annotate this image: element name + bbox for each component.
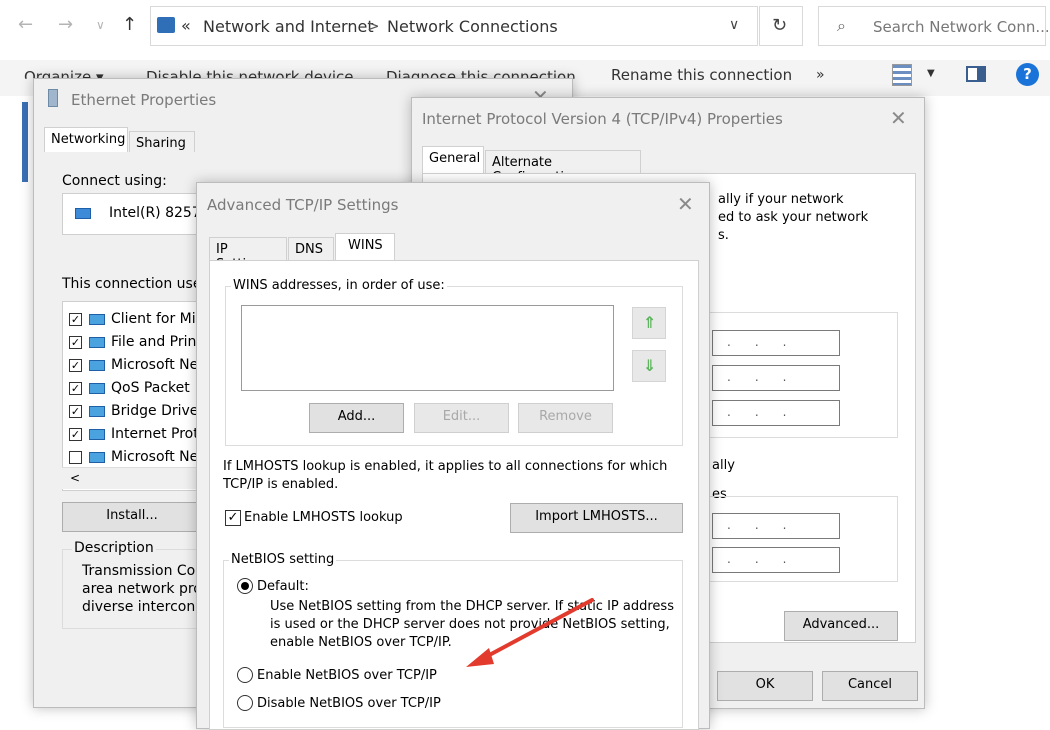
annotation-arrow-overlay bbox=[466, 598, 594, 667]
annotation-arrow-shaft bbox=[478, 598, 594, 662]
annotation-arrow-head bbox=[466, 648, 494, 667]
